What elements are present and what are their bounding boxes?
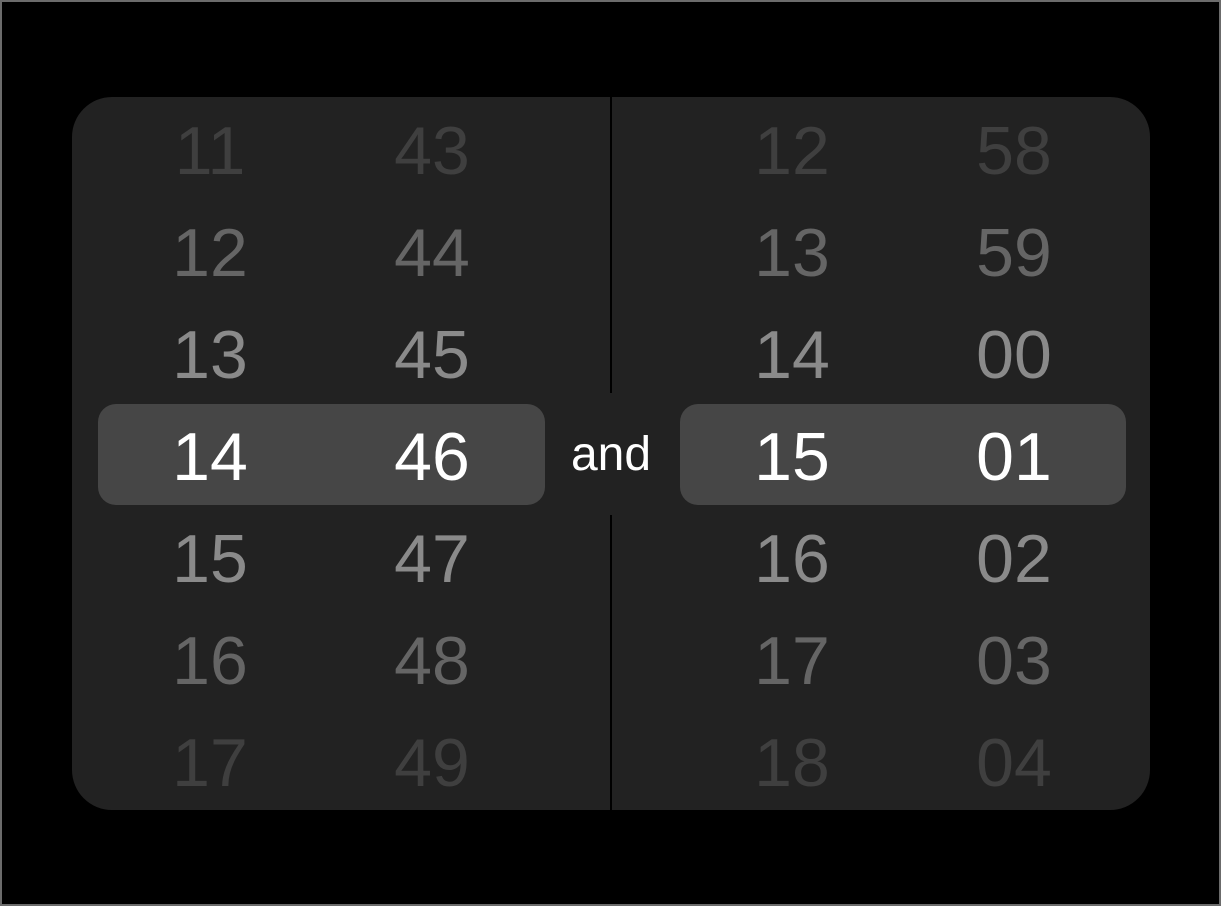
wheel-option[interactable]: 12 (712, 100, 872, 202)
wheel-option[interactable]: 16 (130, 610, 290, 712)
wheel-option[interactable]: 17 (712, 610, 872, 712)
wheel-option[interactable]: 47 (352, 508, 512, 610)
wheel-option[interactable]: 16 (712, 508, 872, 610)
divider-top (610, 97, 612, 393)
wheel-option[interactable]: 00 (934, 304, 1094, 406)
wheel-option[interactable]: 03 (934, 610, 1094, 712)
wheel-option[interactable]: 49 (352, 712, 512, 810)
selected-hour[interactable]: 14 (130, 406, 290, 508)
wheel-option[interactable]: 44 (352, 202, 512, 304)
wheel-option[interactable]: 17 (130, 712, 290, 810)
wheel-option[interactable]: 02 (934, 508, 1094, 610)
range-separator-label: and (570, 428, 652, 481)
selected-minute[interactable]: 46 (352, 406, 512, 508)
wheel-option[interactable]: 58 (934, 100, 1094, 202)
wheel-option[interactable]: 59 (934, 202, 1094, 304)
wheel-option[interactable]: 13 (130, 304, 290, 406)
wheel-option[interactable]: 11 (130, 100, 290, 202)
wheel-option[interactable]: 48 (352, 610, 512, 712)
wheel-option[interactable]: 43 (352, 100, 512, 202)
time-range-picker: 11 12 13 14 15 16 17 43 44 45 46 47 48 49 and 12 13 14… (72, 97, 1150, 810)
wheel-option[interactable]: 04 (934, 712, 1094, 810)
wheel-option[interactable]: 18 (712, 712, 872, 810)
selected-hour[interactable]: 15 (712, 406, 872, 508)
wheel-option[interactable]: 13 (712, 202, 872, 304)
divider-bottom (610, 515, 612, 810)
selected-minute[interactable]: 01 (934, 406, 1094, 508)
window-frame: 11 12 13 14 15 16 17 43 44 45 46 47 48 49 and 12 13 14… (0, 0, 1221, 906)
wheel-option[interactable]: 45 (352, 304, 512, 406)
wheel-option[interactable]: 14 (712, 304, 872, 406)
wheel-option[interactable]: 15 (130, 508, 290, 610)
wheel-option[interactable]: 12 (130, 202, 290, 304)
